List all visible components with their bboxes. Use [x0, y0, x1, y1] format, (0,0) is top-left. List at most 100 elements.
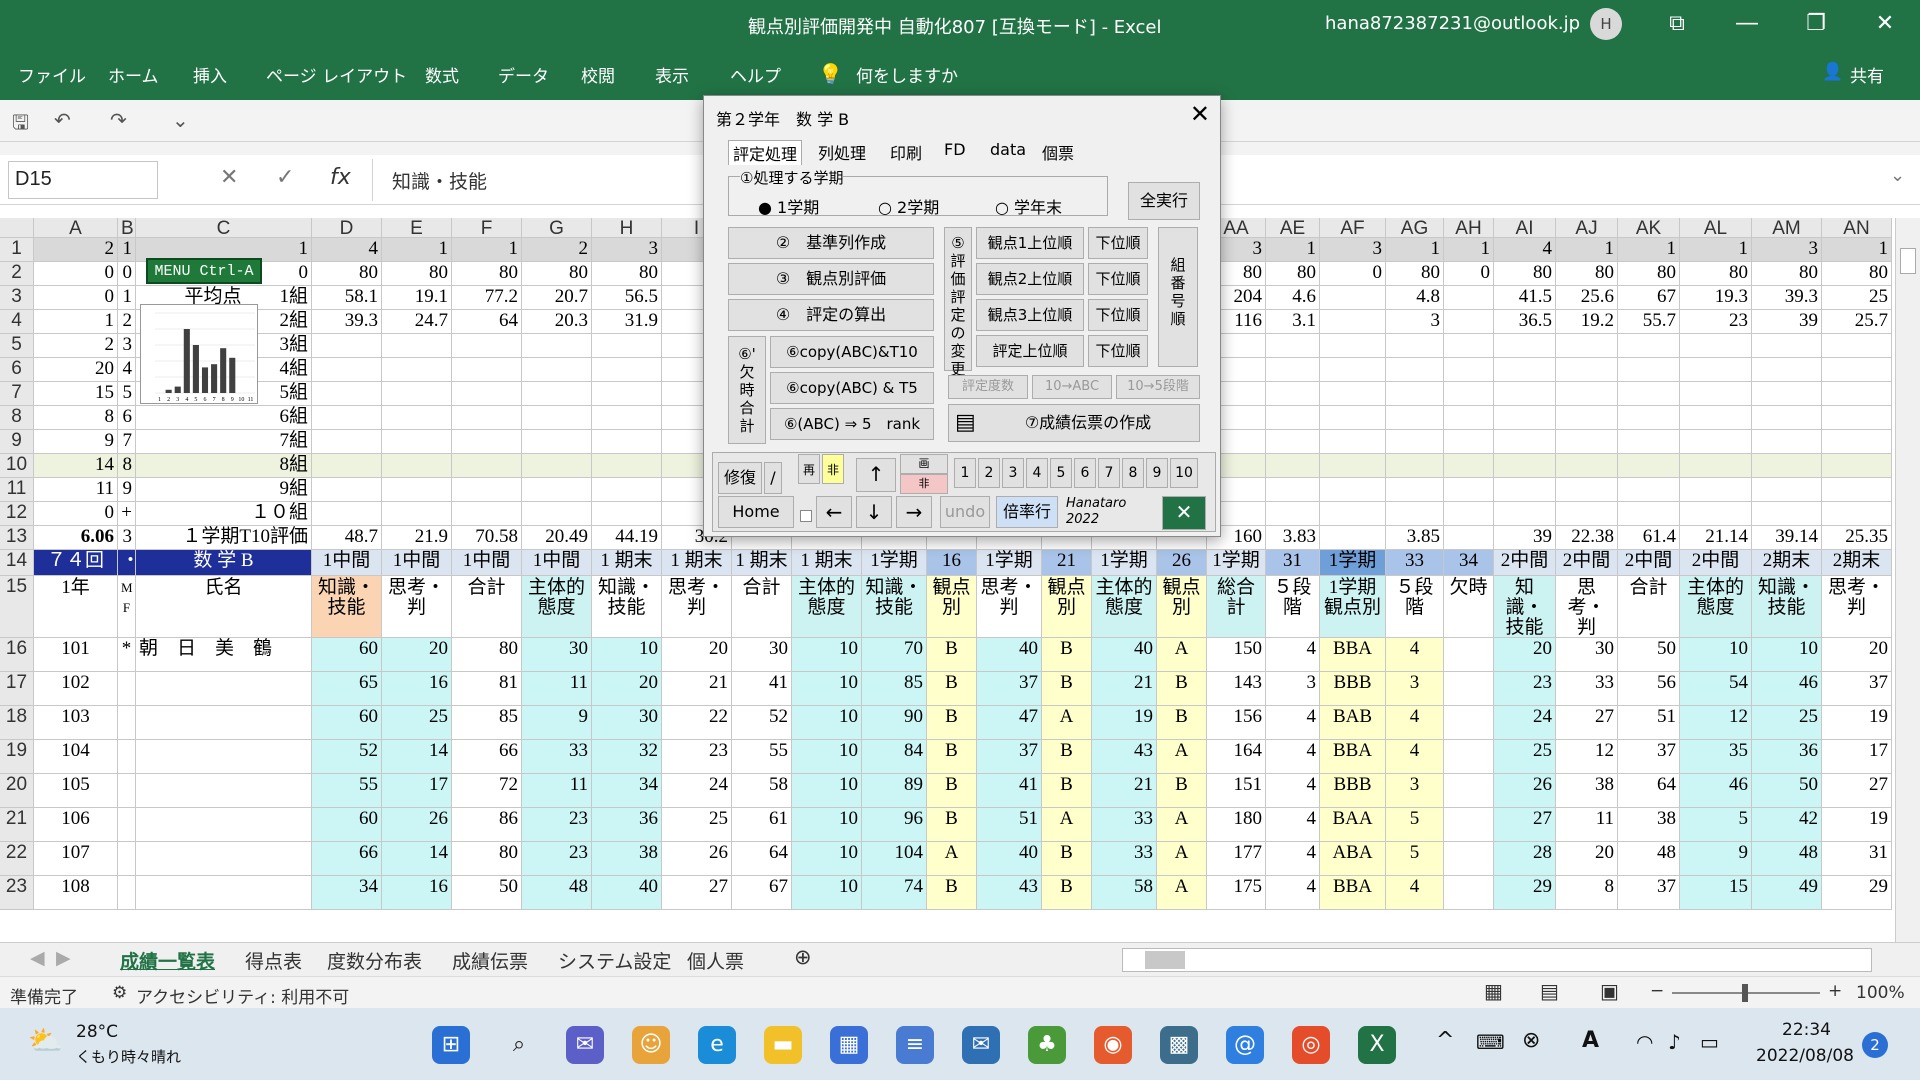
cell[interactable]: 1 [1618, 238, 1680, 262]
data-cell[interactable]: 33 [1556, 672, 1618, 706]
number-button-7[interactable]: 7 [1098, 458, 1120, 488]
cell[interactable] [452, 478, 522, 502]
save-icon[interactable]: 🖫 [12, 108, 29, 142]
ten-to-abc-button[interactable]: 10→ABC [1032, 375, 1112, 399]
data-cell[interactable]: 3 [1386, 672, 1444, 706]
wifi-icon[interactable]: ◠ [1636, 1030, 1653, 1054]
column-header[interactable]: AJ [1556, 218, 1618, 238]
account-email[interactable]: hana872387231@outlook.jp [1325, 13, 1580, 34]
data-cell[interactable]: 38 [1618, 808, 1680, 842]
dialog-close-button[interactable]: ✕ [1190, 100, 1210, 128]
cell[interactable]: 25.6 [1556, 286, 1618, 310]
row14-cell[interactable]: 2中間 [1556, 550, 1618, 576]
cell[interactable] [1556, 478, 1618, 502]
header-cell[interactable]: 思考・判 [382, 576, 452, 638]
prev-sheet-icon[interactable]: ◀ [30, 947, 45, 969]
tab-data[interactable]: data [990, 140, 1026, 159]
cell[interactable]: 3.85 [1386, 526, 1444, 550]
cell[interactable]: 61.4 [1618, 526, 1680, 550]
tell-me-search[interactable]: 何をしますか [856, 62, 958, 87]
mail-icon[interactable]: ✉ [962, 1026, 1000, 1064]
data-cell[interactable]: 4 [1266, 740, 1320, 774]
cell[interactable] [592, 502, 662, 526]
column-header[interactable]: C [136, 218, 312, 238]
cell[interactable]: 24.7 [382, 310, 452, 334]
cell[interactable]: 7 [118, 430, 136, 454]
kanten1-asc-button[interactable]: 観点1上位順 [976, 227, 1084, 259]
cell[interactable] [1618, 334, 1680, 358]
data-cell[interactable]: 19 [1822, 706, 1892, 740]
data-cell[interactable]: 29 [1822, 876, 1892, 910]
data-cell[interactable]: 4 [1266, 638, 1320, 672]
create-grade-slip-button[interactable]: ▤ ⑦成績伝票の作成 [948, 404, 1200, 442]
cell[interactable] [312, 358, 382, 382]
data-cell[interactable]: 10 [792, 706, 862, 740]
header-cell[interactable]: 合計 [452, 576, 522, 638]
data-cell[interactable] [136, 740, 312, 774]
header-cell[interactable]: ５段階 [1266, 576, 1320, 638]
column-header[interactable]: AF [1320, 218, 1386, 238]
cell[interactable] [312, 502, 382, 526]
row14-cell[interactable]: 16 [927, 550, 977, 576]
cell[interactable]: 0 [1444, 262, 1494, 286]
cell[interactable] [382, 406, 452, 430]
data-cell[interactable]: 107 [34, 842, 118, 876]
clock-time[interactable]: 22:34 [1782, 1020, 1831, 1040]
cell[interactable] [1444, 502, 1494, 526]
data-cell[interactable]: 150 [1207, 638, 1266, 672]
data-cell[interactable]: 30 [732, 638, 792, 672]
data-cell[interactable]: 21 [1092, 774, 1157, 808]
number-button-1[interactable]: 1 [954, 458, 976, 488]
data-cell[interactable]: 106 [34, 808, 118, 842]
cell[interactable] [452, 334, 522, 358]
cell[interactable]: 0 [1320, 262, 1386, 286]
header-cell[interactable]: 総合計 [1207, 576, 1266, 638]
data-cell[interactable]: B [927, 876, 977, 910]
cell[interactable]: 20 [34, 358, 118, 382]
data-cell[interactable]: * [118, 638, 136, 672]
data-cell[interactable]: 8 [1556, 876, 1618, 910]
number-button-2[interactable]: 2 [978, 458, 1000, 488]
row14-cell[interactable]: 34 [1444, 550, 1494, 576]
cell[interactable] [1494, 334, 1556, 358]
cell[interactable] [1618, 406, 1680, 430]
data-cell[interactable]: 34 [592, 774, 662, 808]
cell[interactable]: 39 [1752, 310, 1822, 334]
row14-cell[interactable]: 21 [1042, 550, 1092, 576]
row-header[interactable]: 6 [0, 358, 34, 382]
cell[interactable] [452, 502, 522, 526]
header-cell[interactable]: 観点別 [1157, 576, 1207, 638]
row-header[interactable]: 8 [0, 406, 34, 430]
cell[interactable]: 80 [1266, 262, 1320, 286]
data-cell[interactable]: BBA [1320, 638, 1386, 672]
data-cell[interactable]: 17 [1822, 740, 1892, 774]
row14-cell[interactable]: 1学期 [1320, 550, 1386, 576]
weather-text[interactable]: くもり時々晴れ [76, 1046, 181, 1067]
cell[interactable]: 3.1 [1266, 310, 1320, 334]
data-cell[interactable]: 14 [382, 842, 452, 876]
data-cell[interactable]: 3 [1266, 672, 1320, 706]
data-cell[interactable]: A [1042, 706, 1092, 740]
row-header[interactable]: 11 [0, 478, 34, 502]
row-header[interactable]: 4 [0, 310, 34, 334]
header-cell[interactable]: 思考・判 [1556, 576, 1618, 638]
class-number-order-button[interactable]: 組番号順 [1158, 227, 1198, 367]
data-cell[interactable]: 103 [34, 706, 118, 740]
row-header[interactable]: 13 [0, 526, 34, 550]
cell[interactable] [1822, 430, 1892, 454]
cell[interactable] [592, 430, 662, 454]
kanten2-asc-button[interactable]: 観点2上位順 [976, 263, 1084, 295]
data-cell[interactable]: 42 [1752, 808, 1822, 842]
cell[interactable] [1320, 454, 1386, 478]
data-cell[interactable]: 21 [1092, 672, 1157, 706]
row-header[interactable]: 15 [0, 576, 34, 638]
cell[interactable] [1444, 382, 1494, 406]
data-cell[interactable]: 55 [312, 774, 382, 808]
data-cell[interactable]: 89 [862, 774, 927, 808]
cell[interactable]: 3 [1386, 310, 1444, 334]
column-header[interactable]: AN [1822, 218, 1892, 238]
data-cell[interactable]: 17 [382, 774, 452, 808]
cell[interactable] [1752, 358, 1822, 382]
cell[interactable] [1822, 382, 1892, 406]
kanten1-desc-button[interactable]: 下位順 [1088, 227, 1148, 259]
